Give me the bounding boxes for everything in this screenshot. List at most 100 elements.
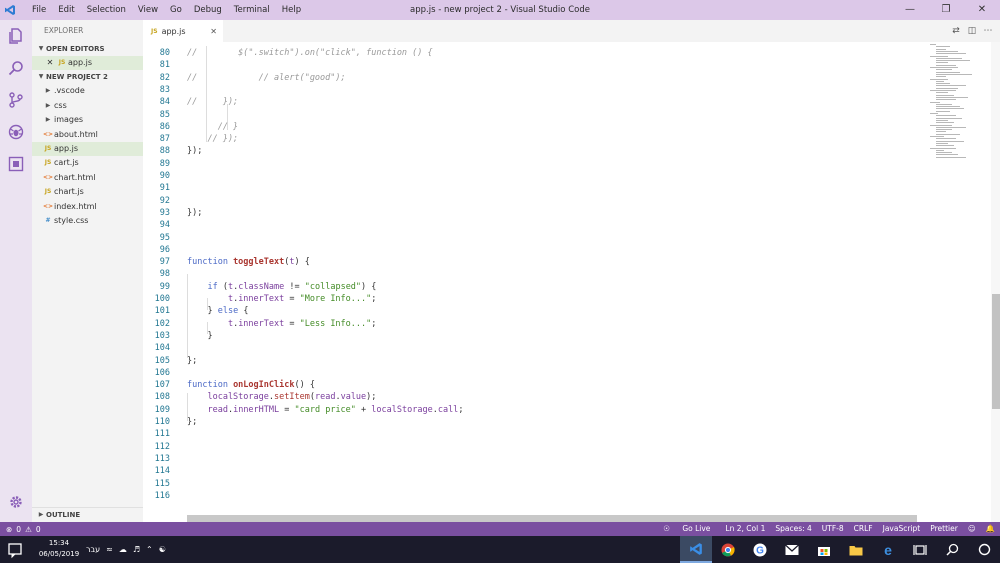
menu-view[interactable]: View	[132, 0, 164, 20]
vertical-scrollbar[interactable]	[991, 42, 1000, 522]
close-icon[interactable]: ✕	[44, 56, 56, 70]
code-line[interactable]: 109 read.innerHTML = "card price" + loca…	[143, 404, 923, 416]
google-icon[interactable]: G	[744, 536, 776, 563]
keyboard-language[interactable]: עבר	[86, 545, 100, 554]
prettier-status[interactable]: Prettier	[925, 522, 963, 536]
code-line[interactable]: 106	[143, 367, 923, 379]
code-line[interactable]: 93});	[143, 207, 923, 219]
edge-icon[interactable]: e	[872, 536, 904, 563]
code-line[interactable]: 94	[143, 219, 923, 231]
go-live-button[interactable]: ☉ Go Live	[653, 522, 720, 536]
file-tree-item[interactable]: JS cart.js	[32, 156, 143, 170]
problems-status[interactable]: ⊗ 0 ⚠ 0	[0, 525, 41, 534]
task-view-icon[interactable]	[904, 536, 936, 563]
code-line[interactable]: 81	[143, 59, 923, 71]
file-tree-item[interactable]: JS chart.js	[32, 185, 143, 199]
file-tree-item[interactable]: <> index.html	[32, 200, 143, 214]
code-line[interactable]: 88});	[143, 145, 923, 157]
menu-debug[interactable]: Debug	[188, 0, 228, 20]
code-line[interactable]: 108 localStorage.setItem(read.value);	[143, 391, 923, 403]
open-editor-item[interactable]: ✕ JS app.js	[32, 56, 143, 71]
code-line[interactable]: 82 // // alert("good");	[143, 72, 923, 84]
code-line[interactable]: 116	[143, 490, 923, 502]
code-line[interactable]: 80 // $(".switch").on("click", function (…	[143, 47, 923, 59]
language-mode[interactable]: JavaScript	[878, 522, 926, 536]
tab-app-js[interactable]: JS app.js ✕	[143, 20, 223, 42]
code-editor[interactable]: 80 // $(".switch").on("click", function (…	[143, 42, 1000, 522]
file-tree-item[interactable]: ▶ css	[32, 99, 143, 113]
volume-icon[interactable]: ♬	[133, 545, 140, 554]
code-line[interactable]: 96	[143, 244, 923, 256]
extensions-icon[interactable]	[0, 148, 32, 180]
code-line[interactable]: 111	[143, 428, 923, 440]
file-tree-item[interactable]: JS app.js	[32, 141, 143, 157]
code-line[interactable]: 112	[143, 441, 923, 453]
file-tree-item[interactable]: # style.css	[32, 214, 143, 228]
feedback-smiley-icon[interactable]: ☺	[963, 522, 981, 536]
code-line[interactable]: 114	[143, 465, 923, 477]
code-line[interactable]: 100 t.innerText = "More Info...";	[143, 293, 923, 305]
code-line[interactable]: 110};	[143, 416, 923, 428]
close-icon[interactable]: ✕	[964, 0, 1000, 20]
store-icon[interactable]	[808, 536, 840, 563]
code-line[interactable]: 103 }	[143, 330, 923, 342]
code-line[interactable]: 85	[143, 109, 923, 121]
indentation[interactable]: Spaces: 4	[770, 522, 816, 536]
cortana-icon[interactable]	[968, 536, 1000, 563]
code-line[interactable]: 104	[143, 342, 923, 354]
minimize-icon[interactable]: —	[892, 0, 928, 20]
open-changes-icon[interactable]: ⇄	[948, 26, 964, 36]
source-control-icon[interactable]	[0, 84, 32, 116]
code-line[interactable]: 99 if (t.className != "collapsed") {	[143, 281, 923, 293]
files-icon[interactable]	[0, 20, 32, 52]
vertical-scrollbar-thumb[interactable]	[992, 294, 1000, 409]
line-ending[interactable]: CRLF	[849, 522, 878, 536]
file-tree-item[interactable]: ▶ images	[32, 113, 143, 127]
gear-icon[interactable]	[0, 486, 32, 518]
wifi-icon[interactable]: ≈	[106, 545, 113, 554]
code-line[interactable]: 86 // }	[143, 121, 923, 133]
code-line[interactable]: 102 t.innerText = "Less Info...";	[143, 318, 923, 330]
open-editors-header[interactable]: ▼ OPEN EDITORS	[32, 42, 143, 56]
chrome-icon[interactable]	[712, 536, 744, 563]
horizontal-scrollbar[interactable]	[187, 515, 917, 522]
file-tree-item[interactable]: <> about.html	[32, 128, 143, 142]
project-header[interactable]: ▼ NEW PROJECT 2	[32, 70, 143, 84]
search-icon[interactable]	[0, 52, 32, 84]
cursor-position[interactable]: Ln 2, Col 1	[720, 522, 770, 536]
outline-header[interactable]: ▶ OUTLINE	[32, 508, 143, 522]
menu-go[interactable]: Go	[164, 0, 188, 20]
close-icon[interactable]: ✕	[210, 27, 217, 36]
code-line[interactable]: 115	[143, 478, 923, 490]
code-line[interactable]: 105};	[143, 355, 923, 367]
code-line[interactable]: 107 function onLogInClick() {	[143, 379, 923, 391]
mail-icon[interactable]	[776, 536, 808, 563]
code-line[interactable]: 83	[143, 84, 923, 96]
code-line[interactable]: 87 // });	[143, 133, 923, 145]
code-line[interactable]: 91	[143, 182, 923, 194]
menu-terminal[interactable]: Terminal	[228, 0, 276, 20]
code-line[interactable]: 90	[143, 170, 923, 182]
clock[interactable]: 15:34 06/05/2019	[36, 538, 82, 560]
code-line[interactable]: 98	[143, 268, 923, 280]
code-line[interactable]: 113	[143, 453, 923, 465]
search-icon[interactable]	[936, 536, 968, 563]
file-tree-item[interactable]: ▶ .vscode	[32, 84, 143, 98]
menu-file[interactable]: File	[26, 0, 52, 20]
notifications-bell-icon[interactable]: 🔔	[981, 522, 1000, 536]
minimap[interactable]	[928, 42, 990, 162]
restore-icon[interactable]: ❐	[928, 0, 964, 20]
menu-edit[interactable]: Edit	[52, 0, 80, 20]
code-line[interactable]: 84 // });	[143, 96, 923, 108]
file-explorer-icon[interactable]	[840, 536, 872, 563]
menu-selection[interactable]: Selection	[81, 0, 132, 20]
split-editor-icon[interactable]: ◫	[964, 26, 980, 36]
show-hidden-icons-chevron-icon[interactable]: ⌃	[146, 545, 153, 554]
code-line[interactable]: 89	[143, 158, 923, 170]
more-actions-icon[interactable]: ⋯	[980, 26, 996, 36]
vscode-icon[interactable]	[680, 536, 712, 563]
code-line[interactable]: 101 } else {	[143, 305, 923, 317]
code-line[interactable]: 92	[143, 195, 923, 207]
code-line[interactable]: 97 function toggleText(t) {	[143, 256, 923, 268]
code-line[interactable]: 95	[143, 232, 923, 244]
